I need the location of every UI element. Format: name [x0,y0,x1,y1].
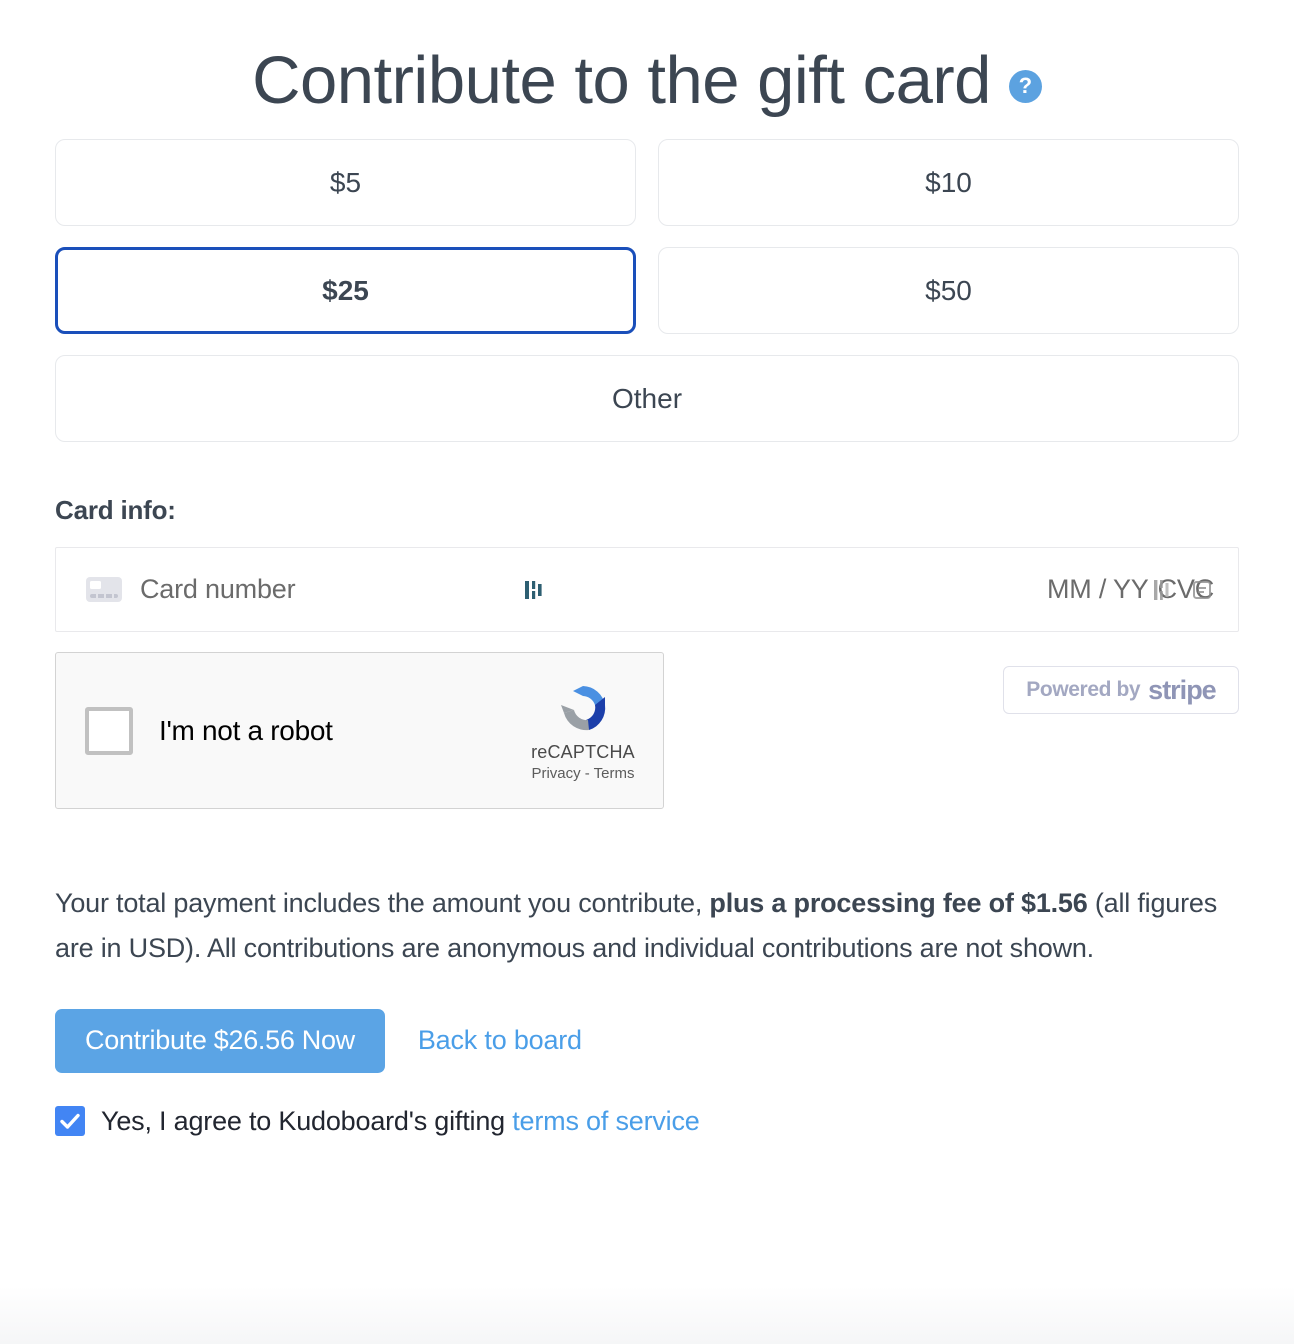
back-to-board-link[interactable]: Back to board [418,1025,582,1056]
cvc-card-back-icon [1191,578,1213,602]
amount-option-other[interactable]: Other [55,355,1239,442]
card-brand-icon [522,577,548,603]
cvc-hint-icon [1152,578,1174,602]
stripe-badge: Powered by stripe [1003,666,1239,714]
bottom-fade-overlay [0,1286,1294,1344]
amount-options-grid: $5 $10 $25 $50 Other [55,139,1239,442]
recaptcha-checkbox[interactable] [85,707,133,755]
amount-option-50[interactable]: $50 [658,247,1239,334]
recaptcha-brand-name: reCAPTCHA [521,743,645,763]
credit-card-icon [86,577,122,602]
terms-of-service-link[interactable]: terms of service [512,1106,699,1136]
stripe-powered-by-label: Powered by [1026,678,1140,702]
amount-option-5[interactable]: $5 [55,139,636,226]
action-row: Contribute $26.56 Now Back to board [55,1009,1239,1073]
payment-disclaimer: Your total payment includes the amount y… [55,881,1239,972]
captcha-row: I'm not a robot reCAPTCHA Privacy - Term… [55,652,1239,809]
terms-text-lead: Yes, I agree to Kudoboard's gifting [101,1106,512,1136]
expiry-cvc-group[interactable]: MM / YY CVC [1047,574,1214,605]
amount-option-25[interactable]: $25 [55,247,636,334]
card-info-field[interactable]: Card number MM / YY CVC [55,547,1239,632]
recaptcha-label: I'm not a robot [159,715,333,747]
contribute-gift-card-page: Contribute to the gift card ? $5 $10 $25… [0,0,1294,1344]
terms-checkbox[interactable] [55,1106,85,1136]
amount-option-10[interactable]: $10 [658,139,1239,226]
recaptcha-logo-icon [553,679,613,739]
page-content: $5 $10 $25 $50 Other Card info: Card num… [0,139,1294,1137]
question-mark-circle-icon[interactable]: ? [1009,70,1042,103]
page-header: Contribute to the gift card ? [0,0,1294,108]
disclaimer-fee-emphasis: plus a processing fee of $1.56 [709,888,1087,918]
card-expiry-input[interactable]: MM / YY [1047,574,1149,605]
stripe-wordmark: stripe [1148,675,1216,706]
recaptcha-brand: reCAPTCHA Privacy - Terms [521,679,645,782]
checkmark-icon [55,1106,85,1136]
recaptcha-legal-links[interactable]: Privacy - Terms [521,766,645,783]
recaptcha-widget[interactable]: I'm not a robot reCAPTCHA Privacy - Term… [55,652,664,809]
page-title: Contribute to the gift card [252,47,991,114]
contribute-button[interactable]: Contribute $26.56 Now [55,1009,385,1073]
card-number-input[interactable]: Card number [140,574,295,605]
terms-agreement-row: Yes, I agree to Kudoboard's gifting term… [55,1106,1239,1137]
terms-text: Yes, I agree to Kudoboard's gifting term… [101,1106,700,1137]
disclaimer-part-1: Your total payment includes the amount y… [55,888,709,918]
card-info-label: Card info: [55,495,1239,526]
